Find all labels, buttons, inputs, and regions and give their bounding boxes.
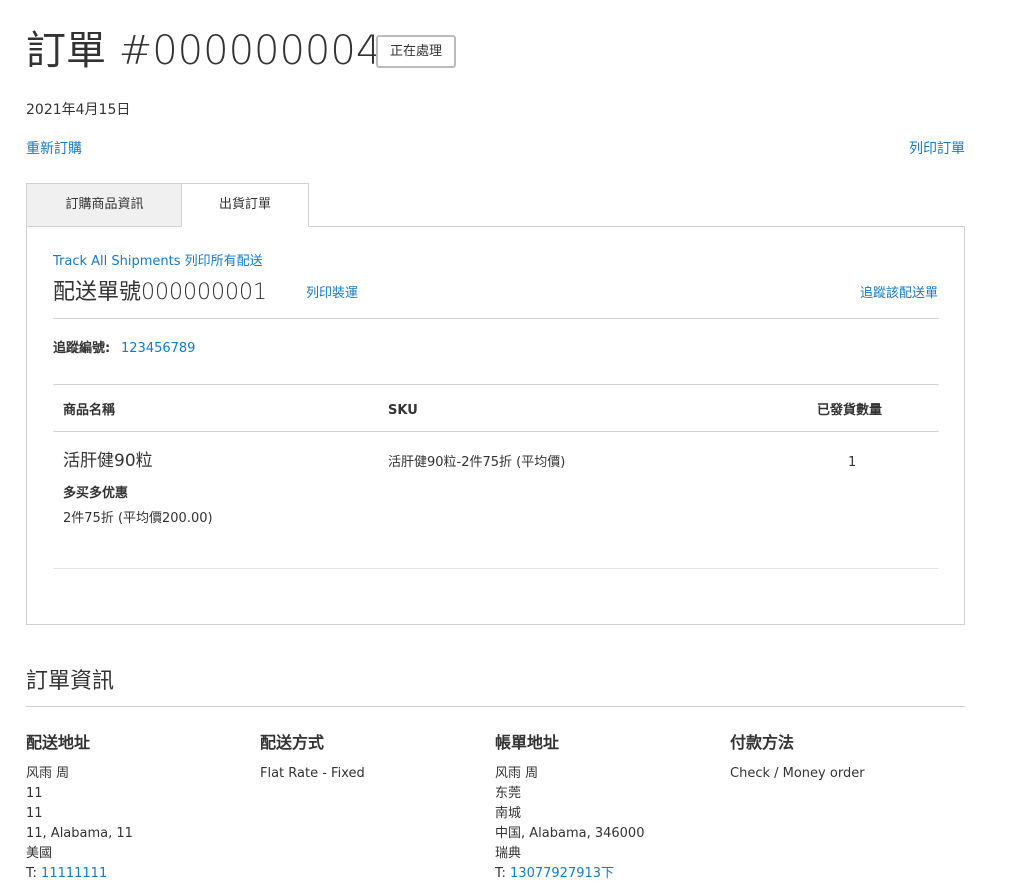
billing-address-block: 帳單地址 风雨 周 东莞 南城 中国, Alabama, 346000 瑞典 T… [495, 732, 725, 884]
divider [53, 568, 939, 569]
shipping-address-block: 配送地址 风雨 周 11 11 11, Alabama, 11 美國 T: 11… [26, 732, 256, 884]
billing-phone-row: T: 13077927913下 [495, 864, 725, 884]
divider [53, 431, 939, 432]
shipping-phone-row: T: 11111111 [26, 864, 256, 884]
shipment-title: 配送單號000000001 [53, 280, 267, 305]
billing-street-2: 南城 [495, 806, 522, 821]
shipping-street-1: 11 [26, 786, 43, 801]
item-qty-shipped: 1 [848, 455, 857, 470]
shipping-method-block: 配送方式 Flat Rate - Fixed [260, 732, 490, 784]
divider [53, 318, 939, 319]
billing-city-region: 中国, Alabama, 346000 [495, 826, 645, 841]
shipping-method-heading: 配送方式 [260, 733, 325, 752]
payment-method-block: 付款方法 Check / Money order [730, 732, 960, 784]
tracking-number-link[interactable]: 123456789 [121, 340, 195, 358]
shipping-method-value: Flat Rate - Fixed [260, 766, 365, 781]
item-sku: 活肝健90粒-2件75折 (平均價) [388, 455, 566, 470]
order-information-title: 訂單資訊 [26, 669, 115, 694]
divider [26, 706, 965, 707]
track-shipment-link[interactable]: 追蹤該配送單 [860, 285, 938, 303]
column-header-qty-shipped: 已發貨數量 [817, 403, 883, 418]
column-header-product-name: 商品名稱 [63, 403, 116, 418]
page-title: 訂單 #000000004 [26, 28, 382, 74]
item-option-value: 2件75折 (平均價200.00) [63, 511, 213, 526]
item-option-label: 多买多优惠 [63, 486, 129, 501]
shipping-country: 美國 [26, 846, 53, 861]
shipping-city-region: 11, Alabama, 11 [26, 826, 133, 841]
print-all-shipments-link[interactable]: 列印所有配送 [185, 254, 263, 269]
tab-shipments[interactable]: 出貨訂單 [181, 183, 309, 227]
phone-prefix: T: [495, 866, 506, 881]
column-header-sku: SKU [388, 403, 418, 418]
tracking-number-label: 追蹤編號: [53, 341, 111, 356]
track-all-actions: Track All Shipments 列印所有配送 [53, 253, 263, 271]
tab-items-ordered[interactable]: 訂購商品資訊 [26, 183, 182, 227]
payment-method-heading: 付款方法 [730, 733, 795, 752]
print-order-link[interactable]: 列印訂單 [909, 139, 965, 159]
reorder-link[interactable]: 重新訂購 [26, 139, 82, 159]
shipping-phone-link[interactable]: 11111111 [41, 866, 107, 881]
track-all-shipments-link[interactable]: Track All Shipments [53, 254, 181, 269]
shipping-street-2: 11 [26, 806, 43, 821]
order-date: 2021年4月15日 [26, 102, 131, 118]
billing-phone-link[interactable]: 13077927913下 [510, 866, 614, 881]
divider [53, 384, 939, 385]
billing-address-heading: 帳單地址 [495, 733, 560, 752]
billing-name: 风雨 周 [495, 766, 539, 781]
shipping-name: 风雨 周 [26, 766, 70, 781]
payment-method-value: Check / Money order [730, 766, 865, 781]
order-status-badge: 正在處理 [376, 35, 456, 68]
billing-country: 瑞典 [495, 846, 522, 861]
phone-prefix: T: [26, 866, 37, 881]
item-name: 活肝健90粒 [63, 451, 153, 471]
billing-street-1: 东莞 [495, 786, 522, 801]
shipments-panel: Track All Shipments 列印所有配送 配送單號000000001… [26, 226, 965, 625]
print-shipment-link[interactable]: 列印裝運 [306, 285, 358, 303]
shipping-address-heading: 配送地址 [26, 733, 91, 752]
